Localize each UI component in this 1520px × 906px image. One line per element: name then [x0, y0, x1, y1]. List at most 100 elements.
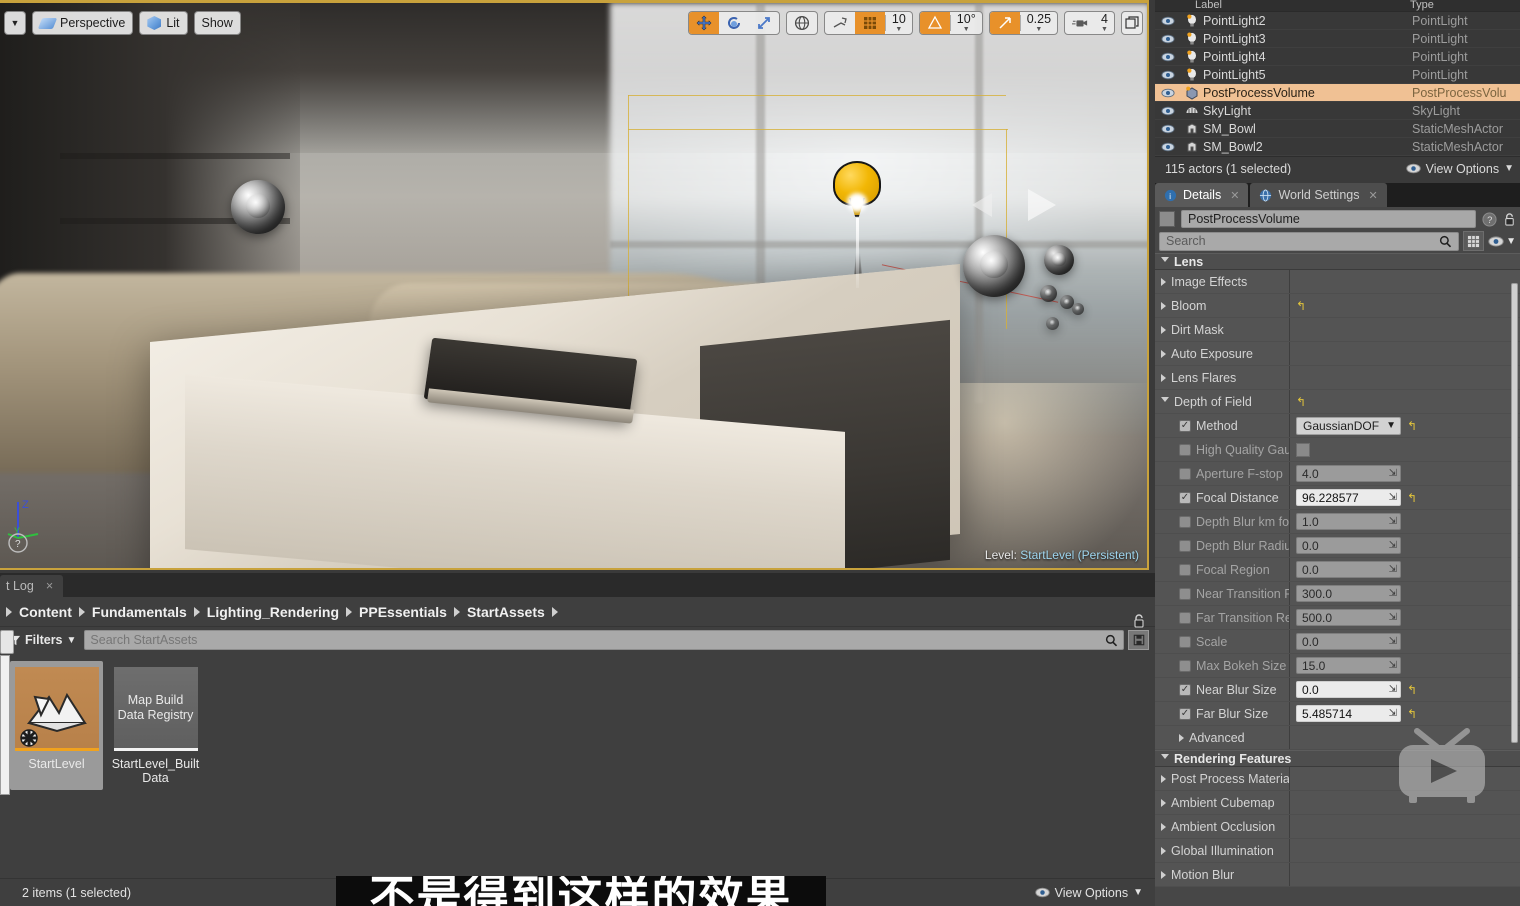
snapping-group[interactable]: 10 ▼ [823, 11, 913, 35]
eye-icon[interactable] [1161, 34, 1175, 44]
content-browser-tabstrip[interactable]: t Log × [0, 573, 1155, 597]
property-label[interactable]: Image Effects [1155, 270, 1290, 293]
property-color-swatch[interactable] [1296, 442, 1310, 457]
eye-icon[interactable] [1161, 106, 1175, 116]
property-label[interactable]: Advanced [1155, 726, 1290, 749]
tab-world-settings[interactable]: World Settings ✕ [1250, 183, 1387, 207]
actor-name-field[interactable]: PostProcessVolume [1181, 210, 1476, 228]
property-label[interactable]: Focal Distance [1155, 486, 1290, 509]
eye-icon[interactable] [1161, 16, 1175, 26]
eye-icon[interactable] [1161, 52, 1175, 62]
property-checkbox[interactable] [1179, 635, 1191, 648]
outliner-row-pointlight5[interactable]: PointLight5 PointLight [1155, 66, 1520, 84]
property-checkbox[interactable] [1179, 587, 1191, 600]
property-row-lens-flares[interactable]: Lens Flares [1155, 366, 1520, 390]
property-checkbox[interactable] [1179, 683, 1191, 696]
details-name-row[interactable]: PostProcessVolume ? [1155, 207, 1520, 229]
property-label[interactable]: Far Transition Reg [1155, 606, 1290, 629]
property-label[interactable]: Motion Blur [1155, 863, 1290, 886]
property-number-input[interactable]: 1.0 ⇲ [1296, 513, 1401, 530]
asset-grid[interactable]: StartLevel Map Build Data Registry StartLe… [0, 653, 1155, 798]
property-label[interactable]: Dirt Mask [1155, 318, 1290, 341]
property-label[interactable]: Ambient Occlusion [1155, 815, 1290, 838]
property-label[interactable]: Near Transition Re [1155, 582, 1290, 605]
property-row-dirt-mask[interactable]: Dirt Mask [1155, 318, 1520, 342]
property-label[interactable]: Auto Exposure [1155, 342, 1290, 365]
property-number-input[interactable]: 0.0 ⇲ [1296, 681, 1401, 698]
property-number-input[interactable]: 15.0 ⇲ [1296, 657, 1401, 674]
property-number-input[interactable]: 0.0 ⇲ [1296, 633, 1401, 650]
scale-snap-toggle[interactable] [989, 12, 1020, 34]
property-label[interactable]: High Quality Gauss [1155, 438, 1290, 461]
next-arrow-icon[interactable] [1028, 189, 1056, 221]
property-number-input[interactable]: 96.228577 ⇲ [1296, 489, 1401, 506]
close-icon[interactable]: × [46, 579, 53, 593]
angle-snap-group[interactable]: 10° ▼ [918, 11, 983, 35]
spinner-icon[interactable]: ⇲ [1389, 516, 1397, 527]
spinner-icon[interactable]: ⇲ [1389, 612, 1397, 623]
level-viewport[interactable]: ▼ Perspective Lit Show 10 ▼ 10° ▼ 0.25 ▼… [0, 0, 1149, 570]
scale-gizmo-button[interactable] [749, 12, 779, 34]
camera-speed-group[interactable]: 4 ▼ [1064, 11, 1115, 35]
property-label[interactable]: Bloom [1155, 294, 1290, 317]
eye-icon[interactable] [1161, 124, 1175, 134]
expand-triangle-icon[interactable] [1161, 798, 1166, 807]
outliner-view-options-button[interactable]: View Options ▼ [1405, 162, 1514, 175]
spinner-icon[interactable]: ⇲ [1389, 588, 1397, 599]
property-number-input[interactable]: 0.0 ⇲ [1296, 537, 1401, 554]
show-menu-group[interactable]: Show [193, 11, 241, 35]
expand-triangle-icon[interactable] [1161, 870, 1166, 879]
spinner-icon[interactable]: ⇲ [1389, 492, 1397, 503]
sphere-actor-icon[interactable] [1040, 285, 1057, 302]
spinner-icon[interactable]: ⇲ [1389, 684, 1397, 695]
world-outliner-panel[interactable]: Label Type PointLight2 PointLight PointLig… [1155, 0, 1520, 175]
prev-arrow-icon[interactable] [972, 193, 992, 217]
rotate-gizmo-button[interactable] [719, 12, 749, 34]
content-browser-panel[interactable]: t Log × Content Fundamentals Lighting_Rend… [0, 573, 1155, 906]
coordinate-system-group[interactable] [785, 11, 818, 35]
category-lens[interactable]: Lens [1155, 253, 1520, 270]
property-row-near-blur-size[interactable]: Near Blur Size 0.0 ⇲ ↰ [1155, 678, 1520, 702]
sphere-actor-icon[interactable] [231, 180, 285, 234]
lock-icon[interactable] [1503, 212, 1516, 227]
reset-to-default-icon[interactable]: ↰ [1296, 300, 1306, 312]
spinner-icon[interactable]: ⇲ [1389, 564, 1397, 575]
property-checkbox[interactable] [1179, 707, 1191, 720]
property-row-far-blur-size[interactable]: Far Blur Size 5.485714 ⇲ ↰ [1155, 702, 1520, 726]
property-checkbox[interactable] [1179, 467, 1191, 480]
camera-speed-button[interactable] [1065, 12, 1095, 34]
reset-to-default-icon[interactable]: ↰ [1296, 396, 1306, 408]
translate-gizmo-button[interactable] [688, 12, 719, 34]
visibility-toggle-icon[interactable] [1155, 124, 1181, 134]
spinner-icon[interactable]: ⇲ [1389, 636, 1397, 647]
outliner-row-sm_bowl2[interactable]: SM_Bowl2 StaticMeshActor [1155, 138, 1520, 156]
visibility-toggle-icon[interactable] [1155, 88, 1181, 98]
expand-triangle-icon[interactable] [1161, 301, 1166, 310]
output-log-tab[interactable]: t Log × [0, 575, 64, 597]
breadcrumb-ppessentials[interactable]: PPEssentials [359, 604, 447, 620]
property-row-depth-blur-km-for[interactable]: Depth Blur km for 1.0 ⇲ [1155, 510, 1520, 534]
viewport-options-dropdown[interactable]: ▼ [4, 11, 26, 35]
property-number-input[interactable]: 4.0 ⇲ [1296, 465, 1401, 482]
property-row-far-transition-reg[interactable]: Far Transition Reg 500.0 ⇲ [1155, 606, 1520, 630]
content-sources-tree-stub[interactable] [0, 655, 10, 795]
camera-speed-value-button[interactable]: 4 ▼ [1095, 13, 1114, 34]
details-scrollbar[interactable] [1511, 283, 1518, 743]
property-label[interactable]: Far Blur Size [1155, 702, 1290, 725]
property-label[interactable]: Global Illumination [1155, 839, 1290, 862]
property-row-depth-of-field[interactable]: Depth of Field ↰ [1155, 390, 1520, 414]
breadcrumb-fundamentals[interactable]: Fundamentals [92, 604, 187, 620]
property-checkbox[interactable] [1179, 611, 1191, 624]
property-label[interactable]: Scale [1155, 630, 1290, 653]
maximize-viewport-button[interactable] [1121, 11, 1143, 35]
property-row-depth-blur-radius[interactable]: Depth Blur Radius 0.0 ⇲ [1155, 534, 1520, 558]
outliner-row-pointlight2[interactable]: PointLight2 PointLight [1155, 12, 1520, 30]
visibility-toggle-icon[interactable] [1155, 106, 1181, 116]
breadcrumb-lighting_rendering[interactable]: Lighting_Rendering [207, 604, 339, 620]
spinner-icon[interactable]: ⇲ [1389, 708, 1397, 719]
reset-to-default-icon[interactable]: ↰ [1407, 684, 1417, 696]
expand-triangle-icon[interactable] [1161, 822, 1166, 831]
crumb-arrow-icon[interactable] [551, 606, 558, 617]
show-button[interactable]: Show [195, 12, 240, 34]
grid-snap-toggle[interactable] [854, 12, 885, 34]
